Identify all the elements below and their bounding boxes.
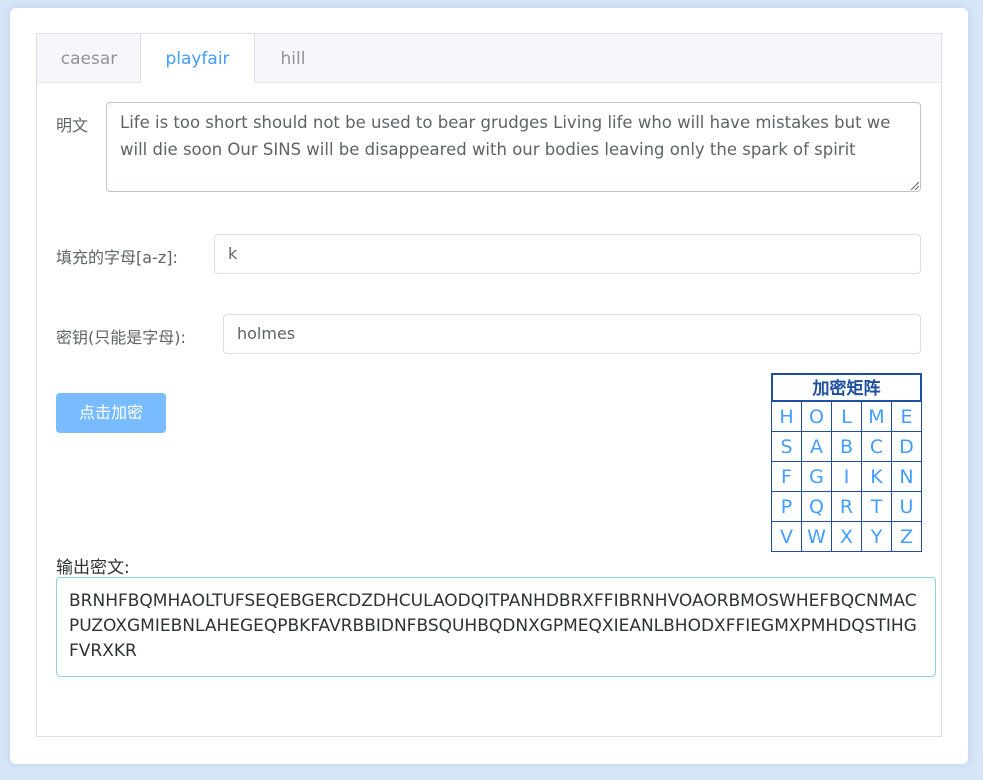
matrix-cell: F (772, 462, 802, 492)
key-label: 密钥(只能是字母): (56, 328, 186, 347)
encrypt-button[interactable]: 点击加密 (56, 393, 166, 433)
fill-letter-input[interactable]: k (214, 234, 921, 274)
matrix-cell: W (802, 522, 832, 552)
key-input[interactable]: holmes (223, 314, 921, 354)
tab-caesar[interactable]: caesar (37, 34, 141, 82)
matrix-cell: O (802, 402, 832, 432)
matrix-cell: E (892, 402, 922, 432)
matrix-cell: B (832, 432, 862, 462)
matrix-cell: T (862, 492, 892, 522)
matrix-cell: S (772, 432, 802, 462)
matrix-cell: D (892, 432, 922, 462)
matrix-grid: HOLME SABCD FGIKN PQRTU VWXYZ (771, 402, 922, 552)
matrix-cell: X (832, 522, 862, 552)
key-value: holmes (237, 324, 296, 343)
encryption-matrix: 加密矩阵 HOLME SABCD FGIKN PQRTU VWXYZ (771, 373, 922, 552)
matrix-cell: C (862, 432, 892, 462)
tab-playfair[interactable]: playfair (140, 34, 255, 83)
matrix-cell: I (832, 462, 862, 492)
matrix-cell: Q (802, 492, 832, 522)
plaintext-value: Life is too short should not be used to … (120, 113, 891, 159)
matrix-cell: L (832, 402, 862, 432)
matrix-cell: M (862, 402, 892, 432)
plaintext-label: 明文 (56, 116, 89, 135)
matrix-title: 加密矩阵 (771, 373, 922, 402)
matrix-cell: H (772, 402, 802, 432)
tabs-container: caesar playfair hill 明文 Life is too shor… (36, 33, 942, 737)
fill-letter-label: 填充的字母[a-z]: (56, 248, 178, 267)
main-card: caesar playfair hill 明文 Life is too shor… (10, 8, 968, 764)
resize-grip-icon[interactable] (909, 180, 919, 190)
matrix-cell: N (892, 462, 922, 492)
ciphertext-value: BRNHFBQMHAOLTUFSEQEBGERCDZDHCULAODQITPAN… (69, 591, 917, 661)
output-label: 输出密文: (56, 558, 130, 578)
ciphertext-output[interactable]: BRNHFBQMHAOLTUFSEQEBGERCDZDHCULAODQITPAN… (56, 577, 936, 677)
matrix-cell: P (772, 492, 802, 522)
matrix-cell: K (862, 462, 892, 492)
matrix-cell: A (802, 432, 832, 462)
matrix-cell: Z (892, 522, 922, 552)
matrix-cell: G (802, 462, 832, 492)
matrix-cell: V (772, 522, 802, 552)
fill-letter-value: k (228, 244, 238, 263)
matrix-cell: U (892, 492, 922, 522)
matrix-cell: Y (862, 522, 892, 552)
matrix-cell: R (832, 492, 862, 522)
tab-bar: caesar playfair hill (37, 34, 941, 83)
tab-hill[interactable]: hill (255, 34, 331, 82)
plaintext-textarea[interactable]: Life is too short should not be used to … (106, 102, 921, 192)
